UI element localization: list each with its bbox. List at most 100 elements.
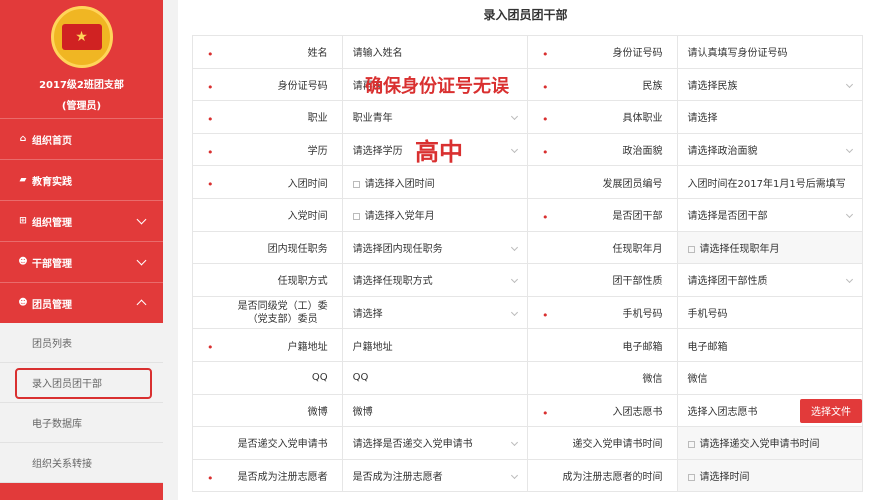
sidebar-header: ★ 2017级2班团支部 (管理员) xyxy=(0,0,163,118)
field-placeholder: 请选择任现职年月 xyxy=(699,243,780,255)
member-entry-form: • 姓名 请输入姓名 • 身份证号码 请认真填写身份证号码 • 身份证号码 请再次 • 民族 请选择民… xyxy=(192,35,864,493)
form-row: • 身份证号码 请再次 • 民族 请选择民族 xyxy=(192,67,864,102)
field-select-input[interactable]: 职业青年 xyxy=(341,100,529,134)
field-select-input[interactable]: 请选择是否递交入党申请书 xyxy=(341,426,529,460)
field-placeholder: 请选择是否团干部 xyxy=(687,211,768,223)
field-label-cell: 是否同级党（工）委 （党支部）委员 xyxy=(192,295,343,330)
sidebar: ★ 2017级2班团支部 (管理员) ⌂ 组织首页 ▰ 教育实践 ⊞ 组织管理 ☻ 干部管理 ☻… xyxy=(0,0,163,500)
field-text-input[interactable]: 请选择 xyxy=(676,100,864,134)
field-select-input[interactable]: 是否成为注册志愿者 xyxy=(341,458,529,493)
field-label: 民族 xyxy=(642,80,663,92)
field-placeholder: 请选择 xyxy=(352,309,383,321)
calendar-icon xyxy=(352,180,360,188)
sidebar-item-2[interactable]: ⊞ 组织管理 xyxy=(0,200,163,241)
sidebar-item-4[interactable]: ☻ 团员管理 xyxy=(0,282,163,323)
field-placeholder: 请选择政治面貌 xyxy=(687,146,758,158)
sidebar-item-1[interactable]: ▰ 教育实践 xyxy=(0,159,163,200)
field-label-cell: 团内现任职务 xyxy=(192,230,343,265)
field-date-input[interactable]: 请选择入党年月 xyxy=(341,197,529,232)
field-placeholder: 职业青年 xyxy=(352,113,393,125)
field-select-input[interactable]: 请选择是否团干部 xyxy=(676,197,864,232)
chevron-down-icon xyxy=(136,255,147,266)
home-icon: ⌂ xyxy=(19,134,27,144)
field-label: 发展团员编号 xyxy=(602,178,663,190)
field-text-input[interactable]: 入团时间在2017年1月1号后需填写 xyxy=(676,165,864,199)
field-select-input[interactable]: 请选择任现职方式 xyxy=(341,263,529,297)
required-marker: • xyxy=(207,471,214,485)
field-label-cell: • 民族 xyxy=(527,67,678,102)
field-placeholder: 微博 xyxy=(352,406,373,418)
form-row: • 是否成为注册志愿者 是否成为注册志愿者 成为注册志愿者的时间 请选择时间 xyxy=(192,458,864,493)
field-label: 递交入党申请书时间 xyxy=(572,439,663,451)
field-date-input[interactable]: 请选择递交入党申请书时间 xyxy=(676,426,864,460)
field-label-cell: 成为注册志愿者的时间 xyxy=(527,458,678,493)
field-placeholder: 请选择 xyxy=(687,113,718,125)
submenu-item-2[interactable]: 电子数据库 xyxy=(0,403,163,443)
field-placeholder: 入团时间在2017年1月1号后需填写 xyxy=(687,178,846,190)
field-label: 团干部性质 xyxy=(612,276,663,288)
annotation-id-check: 确保身份证号无误 xyxy=(365,76,509,97)
sidebar-item-3[interactable]: ☻ 干部管理 xyxy=(0,241,163,282)
field-select-input[interactable]: 请选择团内现任职务 xyxy=(341,230,529,265)
sidebar-item-0[interactable]: ⌂ 组织首页 xyxy=(0,118,163,159)
submenu-item-label: 团员列表 xyxy=(32,339,72,350)
field-file-input[interactable]: 选择入团志愿书 选择文件 xyxy=(676,393,864,428)
field-date-input[interactable]: 请选择任现职年月 xyxy=(676,230,864,265)
field-text-input[interactable]: 请输入姓名 xyxy=(341,35,529,69)
chevron-down-icon xyxy=(510,276,519,284)
sidebar-menu: ⌂ 组织首页 ▰ 教育实践 ⊞ 组织管理 ☻ 干部管理 ☻ 团员管理团员列表录入团员团干部 电子数据… xyxy=(0,118,163,483)
submenu-item-3[interactable]: 组织关系转接 xyxy=(0,443,163,483)
field-label: 是否团干部 xyxy=(612,211,663,223)
field-date-input[interactable]: 请选择时间 xyxy=(676,458,864,493)
star-icon: ★ xyxy=(75,29,88,45)
choose-file-button[interactable]: 选择文件 xyxy=(800,398,862,423)
field-label-cell: • 是否成为注册志愿者 xyxy=(192,458,343,493)
field-text-input[interactable]: 微信 xyxy=(676,360,864,395)
submenu-item-0[interactable]: 团员列表 xyxy=(0,323,163,363)
field-label-cell: 递交入党申请书时间 xyxy=(527,426,678,460)
field-label-cell: • 是否团干部 xyxy=(527,197,678,232)
field-placeholder: 请输入姓名 xyxy=(352,48,403,60)
field-select-input[interactable]: 请选择 xyxy=(341,295,529,330)
field-label: 入团时间 xyxy=(287,178,328,190)
field-placeholder: 请选择递交入党申请书时间 xyxy=(699,439,820,451)
form-row: 是否递交入党申请书 请选择是否递交入党申请书 递交入党申请书时间 请选择递交入党申请书… xyxy=(192,426,864,460)
field-label: 成为注册志愿者的时间 xyxy=(562,472,663,484)
field-placeholder: 请认真填写身份证号码 xyxy=(687,48,788,60)
form-row: 入党时间 请选择入党年月 • 是否团干部 请选择是否团干部 xyxy=(192,197,864,232)
field-text-input[interactable]: 户籍地址 xyxy=(341,328,529,362)
field-label: 入团志愿书 xyxy=(612,406,663,418)
field-select-input[interactable]: 请选择团干部性质 xyxy=(676,263,864,297)
form-row: • 户籍地址 户籍地址 电子邮箱 电子邮箱 xyxy=(192,328,864,362)
field-label-line1: 是否同级党（工）委 xyxy=(237,300,328,312)
field-placeholder: 电子邮箱 xyxy=(687,341,728,353)
field-text-input[interactable]: 电子邮箱 xyxy=(676,328,864,362)
field-date-input[interactable]: 请选择入团时间 xyxy=(341,165,529,199)
field-label-cell: • 政治面貌 xyxy=(527,132,678,167)
main-panel: 录入团员团干部 • 姓名 请输入姓名 • 身份证号码 请认真填写身份证号码 • 身份证号码 请再… xyxy=(178,0,873,500)
form-row: • 入团时间 请选择入团时间 发展团员编号 入团时间在2017年1月1号后需填写 xyxy=(192,165,864,199)
field-label: 是否成为注册志愿者 xyxy=(237,472,328,484)
submenu-item-1[interactable]: 录入团员团干部 xyxy=(0,363,163,403)
chevron-down-icon xyxy=(510,145,519,153)
folder-icon: ▰ xyxy=(19,175,27,185)
submenu-item-label: 组织关系转接 xyxy=(32,459,92,470)
form-row: • 姓名 请输入姓名 • 身份证号码 请认真填写身份证号码 xyxy=(192,35,864,69)
field-select-input[interactable]: 请选择政治面貌 xyxy=(676,132,864,167)
chevron-down-icon xyxy=(510,471,519,479)
field-label: 入党时间 xyxy=(287,211,328,223)
field-label: 身份证号码 xyxy=(612,48,663,60)
field-text-input[interactable]: 手机号码 xyxy=(676,295,864,330)
field-placeholder: 请选择是否递交入党申请书 xyxy=(352,439,473,451)
sidebar-item-label: 组织首页 xyxy=(32,135,72,147)
field-text-input[interactable]: 请认真填写身份证号码 xyxy=(676,35,864,69)
field-text-input[interactable]: 微博 xyxy=(341,393,529,428)
field-select-input[interactable]: 请选择民族 xyxy=(676,67,864,102)
field-text-input[interactable]: QQ xyxy=(341,360,529,395)
field-label-cell: QQ xyxy=(192,360,343,395)
member-submenu: 团员列表录入团员团干部 电子数据库组织关系转接 xyxy=(0,323,163,483)
form-row: • 学历 请选择学历 • 政治面貌 请选择政治面貌 xyxy=(192,132,864,167)
required-marker: • xyxy=(542,406,549,420)
required-marker: • xyxy=(542,210,549,224)
field-label-cell: • 户籍地址 xyxy=(192,328,343,362)
